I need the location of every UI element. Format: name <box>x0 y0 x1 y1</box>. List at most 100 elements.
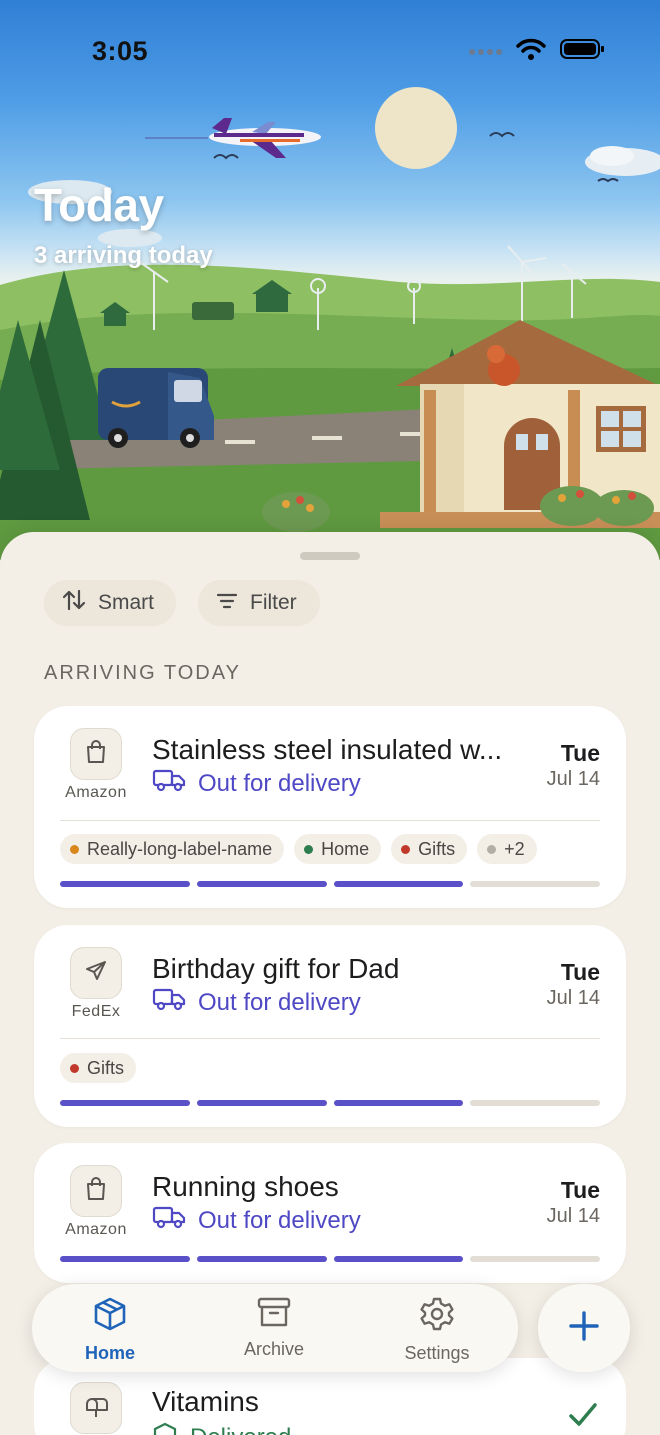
carrier-logo <box>70 728 122 780</box>
label-text: +2 <box>504 838 525 859</box>
label-color-dot <box>304 844 314 854</box>
label-chip[interactable]: Gifts <box>60 1053 137 1083</box>
label-list: Gifts <box>60 1053 137 1083</box>
progress-segment <box>196 1256 327 1262</box>
airplane-illustration <box>209 118 321 158</box>
shopping-bag-icon <box>85 739 107 769</box>
sheet-grabber[interactable] <box>300 552 360 560</box>
delivery-status: Out for delivery <box>152 987 361 1018</box>
paper-plane-icon <box>84 959 108 988</box>
delivery-card[interactable]: FedEx Birthday gift for Dad Out for deli… <box>34 925 626 1127</box>
delivery-status: Delivered <box>152 1422 291 1435</box>
label-list: Really-long-label-name Home Gifts +2 <box>60 834 537 864</box>
section-header-arriving-today: ARRIVING TODAY <box>44 662 241 684</box>
progress-segment <box>196 881 327 887</box>
page-title: Today <box>34 179 164 231</box>
carrier-name: Amazon <box>65 784 127 801</box>
sort-arrows-icon <box>62 589 86 617</box>
progress-segment <box>470 1100 600 1106</box>
label-text: Really-long-label-name <box>87 838 273 859</box>
label-chip[interactable]: Home <box>294 834 382 864</box>
tab-home[interactable]: Home <box>50 1296 170 1364</box>
label-color-dot <box>401 844 411 854</box>
add-delivery-button[interactable] <box>538 1284 630 1372</box>
delivery-status: Out for delivery <box>152 768 361 799</box>
label-color-dot <box>70 844 79 854</box>
delivery-date: Jul 14 <box>546 987 600 1009</box>
archive-icon <box>257 1296 291 1333</box>
progress-segment <box>60 1256 190 1262</box>
delivery-title: Running shoes <box>152 1171 339 1202</box>
wifi-icon <box>516 38 546 65</box>
progress-segment <box>470 1256 600 1262</box>
status-bar-time: 3:05 <box>92 36 149 66</box>
truck-icon <box>152 768 186 799</box>
label-text: Gifts <box>87 1057 125 1078</box>
more-labels-chip[interactable]: +2 <box>477 834 537 864</box>
progress-segment <box>333 881 464 887</box>
signal-dots-icon <box>468 43 502 61</box>
delivery-day: Tue <box>560 1177 600 1203</box>
label-chip[interactable]: Really-long-label-name <box>60 834 285 864</box>
delivery-progress <box>60 881 600 887</box>
delivery-day: Tue <box>560 959 600 985</box>
label-color-dot <box>487 844 497 854</box>
tab-archive[interactable]: Archive <box>214 1296 334 1360</box>
shopping-bag-icon <box>85 1176 107 1206</box>
tab-label: Settings <box>404 1343 470 1363</box>
carrier-logo <box>70 1165 122 1217</box>
status-bar-icons <box>468 38 604 65</box>
delivery-card[interactable]: Amazon Running shoes Out for delivery Tu… <box>34 1143 626 1283</box>
delivered-box-icon <box>152 1422 178 1435</box>
box-icon <box>92 1296 128 1337</box>
delivery-title: Vitamins <box>152 1386 259 1417</box>
label-text: Gifts <box>418 838 456 859</box>
checkmark-icon <box>568 1402 598 1433</box>
delivery-card[interactable]: Amazon Stainless steel insulated w... Ou… <box>34 706 626 908</box>
filter-button-label: Filter <box>250 591 297 614</box>
progress-segment <box>196 1100 327 1106</box>
sort-button[interactable]: Smart <box>44 580 176 626</box>
progress-segment <box>60 881 190 887</box>
delivery-title: Stainless steel insulated w... <box>152 734 503 765</box>
carrier-logo <box>70 1382 122 1434</box>
delivery-day: Tue <box>560 740 600 766</box>
truck-icon <box>152 987 186 1018</box>
progress-segment <box>333 1256 464 1262</box>
delivery-status-label: Out for delivery <box>198 988 361 1016</box>
carrier-logo <box>70 947 122 999</box>
arriving-count-subtitle: 3 arriving today <box>34 242 213 269</box>
gear-icon <box>419 1296 455 1337</box>
carrier-name: Amazon <box>65 1221 127 1238</box>
delivery-title: Birthday gift for Dad <box>152 953 400 984</box>
filter-lines-icon <box>216 591 238 615</box>
delivery-status-label: Out for delivery <box>198 769 361 797</box>
label-color-dot <box>70 1063 79 1073</box>
label-text: Home <box>321 838 370 859</box>
delivery-status-label: Delivered <box>190 1424 291 1435</box>
progress-segment <box>333 1100 464 1106</box>
mailbox-icon <box>83 1394 109 1423</box>
delivery-date: Jul 14 <box>546 768 600 790</box>
filter-button[interactable]: Filter <box>198 580 320 626</box>
delivery-progress <box>60 1100 600 1106</box>
hero-scene: 3:05 Today 3 arriving today <box>0 0 660 560</box>
delivery-status-label: Out for delivery <box>198 1206 361 1234</box>
battery-icon <box>560 38 604 65</box>
carrier-name: FedEx <box>71 1003 121 1020</box>
tab-bar: Home Archive Settings <box>32 1284 518 1372</box>
tab-label: Home <box>84 1343 135 1363</box>
delivery-date: Jul 14 <box>546 1205 600 1227</box>
sort-button-label: Smart <box>98 591 155 614</box>
tab-label: Archive <box>243 1339 305 1359</box>
delivery-van-illustration <box>98 368 214 448</box>
card-divider <box>60 1038 600 1039</box>
delivery-status: Out for delivery <box>152 1205 361 1236</box>
landscape-illustration <box>0 87 660 560</box>
progress-segment <box>470 881 600 887</box>
tab-settings[interactable]: Settings <box>377 1296 497 1364</box>
progress-segment <box>60 1100 190 1106</box>
delivery-progress <box>60 1256 600 1262</box>
truck-icon <box>152 1205 186 1236</box>
label-chip[interactable]: Gifts <box>391 834 468 864</box>
